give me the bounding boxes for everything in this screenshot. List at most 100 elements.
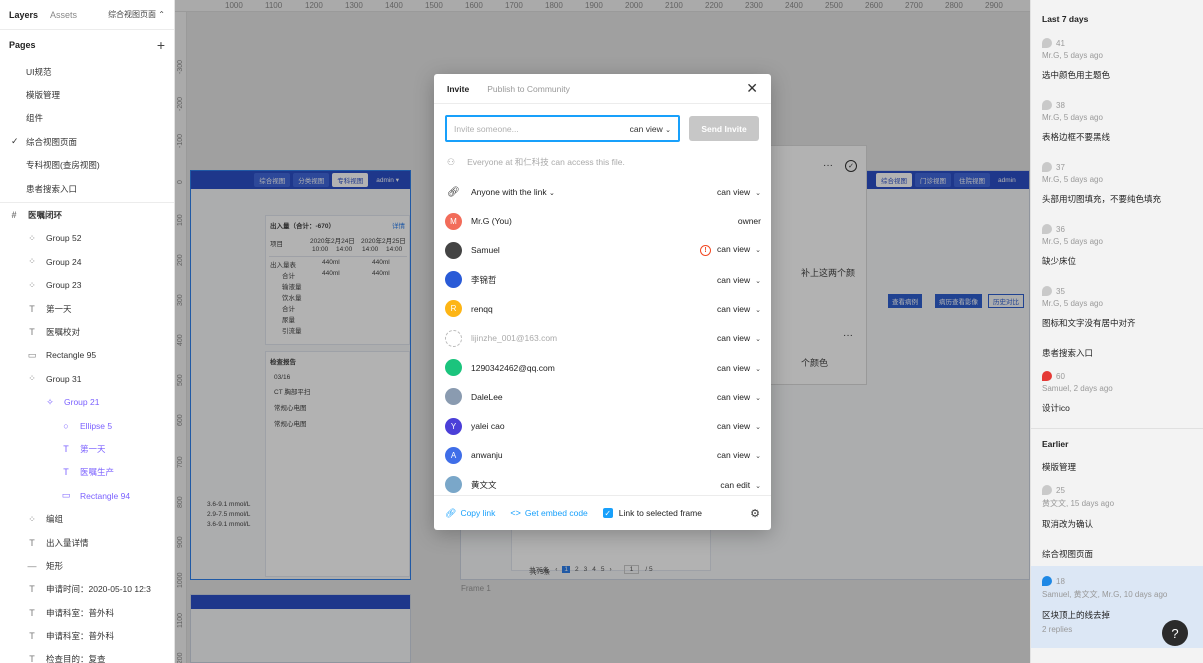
- page-item[interactable]: 专科视图(查房视图): [0, 154, 174, 177]
- send-invite-button[interactable]: Send Invite: [689, 116, 759, 141]
- permission-select[interactable]: can view ⌄: [717, 421, 761, 431]
- invite-input[interactable]: [454, 123, 630, 134]
- dialog-footer: 🔗︎ Copy link <> Get embed code ✓ Link to s…: [434, 495, 771, 530]
- link-permission-select[interactable]: can view ⌄: [717, 187, 761, 197]
- layer-row[interactable]: ⁘ Group 31: [0, 367, 174, 390]
- embed-code-button[interactable]: <> Get embed code: [510, 508, 587, 518]
- permission-select[interactable]: can view ⌄: [717, 363, 761, 373]
- tab-layers[interactable]: Layers: [9, 10, 38, 20]
- layer-row[interactable]: T 第一天: [0, 297, 174, 320]
- close-icon[interactable]: ✕: [746, 80, 758, 97]
- layer-row[interactable]: T 申请时间：2020-05-10 12:3: [0, 578, 174, 601]
- group-icon: ⁘: [28, 232, 36, 243]
- collaborator-name: Samuel: [471, 245, 500, 256]
- link-frame-checkbox[interactable]: ✓: [602, 508, 613, 518]
- layer-row[interactable]: T 医嘱校对: [0, 320, 174, 343]
- chevron-down-icon: ⌄: [755, 453, 761, 461]
- permission-label: owner: [737, 216, 761, 226]
- permission-select[interactable]: ! can view ⌄: [700, 244, 761, 257]
- comment-item[interactable]: 25 黄文文, 15 days ago 取消改为确认: [1031, 473, 1203, 534]
- add-page-icon[interactable]: +: [157, 37, 165, 53]
- layer-row[interactable]: T 出入量详情: [0, 531, 174, 554]
- page-item-current[interactable]: ✓ 综合视图页面: [0, 130, 174, 153]
- layer-row[interactable]: T 医嘱生产: [0, 461, 174, 484]
- copy-link-button[interactable]: 🔗︎ Copy link: [445, 508, 495, 519]
- permission-label: can edit: [720, 479, 751, 490]
- invite-row: can view ⌄ Send Invite: [445, 115, 759, 142]
- text-icon: T: [29, 607, 35, 618]
- settings-icon[interactable]: ⚙: [750, 507, 760, 520]
- left-panel-tabs: Layers Assets 综合视图页面 ⌃: [0, 0, 174, 30]
- collaborator-name: lijinzhe_001@163.com: [471, 333, 558, 344]
- permission-label: can view: [717, 391, 751, 402]
- layer-row[interactable]: T 第一天: [0, 437, 174, 460]
- rectangle-icon: ▭: [61, 490, 71, 501]
- link-access-select[interactable]: Anyone with the link ⌄: [471, 187, 555, 197]
- collaborator-name: 黄文文: [471, 479, 497, 490]
- comment-meta: 黄文文, 15 days ago: [1042, 499, 1115, 508]
- comment-item[interactable]: 38 Mr.G, 5 days ago 表格边框不要黑线: [1031, 85, 1203, 147]
- permission-select[interactable]: can view ⌄: [717, 333, 761, 343]
- layer-row[interactable]: ▭ Rectangle 94: [0, 484, 174, 507]
- permission-label: can view: [717, 362, 751, 373]
- page-switcher[interactable]: 综合视图页面 ⌃: [108, 9, 165, 20]
- comment-text: 图标和文字没有居中对齐: [1042, 318, 1136, 328]
- layer-row[interactable]: T 检查目的：复查: [0, 648, 174, 663]
- permission-select[interactable]: can edit ⌄: [720, 480, 761, 490]
- comment-item[interactable]: 37 Mr.G, 5 days ago 头部用切图填充，不要纯色填充: [1031, 147, 1203, 209]
- layer-row[interactable]: # 医嘱闭环: [0, 203, 174, 227]
- invite-permission-select[interactable]: can view ⌄: [630, 124, 671, 134]
- layer-label: 第一天: [46, 303, 72, 314]
- layer-label: Group 21: [64, 397, 100, 408]
- layer-row[interactable]: ○ Ellipse 5: [0, 414, 174, 437]
- page-label: 综合视图页面: [26, 136, 78, 147]
- comment-pin-icon: [1042, 38, 1052, 48]
- collaborator-row: lijinzhe_001@163.com can view ⌄: [445, 327, 761, 349]
- layer-label: 编组: [46, 514, 64, 525]
- code-icon: <>: [510, 508, 521, 518]
- page-item[interactable]: 模版管理: [0, 83, 174, 106]
- permission-label: can view: [717, 244, 751, 255]
- comment-text: 选中颜色用主题色: [1042, 70, 1111, 80]
- layer-row[interactable]: ⁘ Group 52: [0, 227, 174, 250]
- permission-label: can view: [717, 421, 751, 432]
- tab-publish[interactable]: Publish to Community: [487, 84, 570, 94]
- checkmark-icon: ✓: [11, 136, 19, 147]
- permission-select[interactable]: can view ⌄: [717, 450, 761, 460]
- page-item[interactable]: 患者搜索入口: [0, 177, 174, 200]
- page-label: UI规范: [26, 66, 52, 77]
- team-icon: ⚇: [447, 156, 456, 167]
- comment-item[interactable]: 35 Mr.G, 5 days ago 图标和文字没有居中对齐: [1031, 271, 1203, 333]
- layer-row[interactable]: T 申请科室：普外科: [0, 601, 174, 624]
- help-icon[interactable]: ?: [1162, 620, 1188, 646]
- permission-select[interactable]: can view ⌄: [717, 304, 761, 314]
- layer-row[interactable]: ⁘ Group 24: [0, 250, 174, 273]
- layer-row[interactable]: ⁘ Group 23: [0, 274, 174, 297]
- layer-row[interactable]: ⁘ 编组: [0, 507, 174, 530]
- permission-select[interactable]: can view ⌄: [717, 392, 761, 402]
- layer-row[interactable]: — 矩形: [0, 554, 174, 577]
- comment-text: 表格边框不要黑线: [1042, 132, 1111, 142]
- comment-item[interactable]: 36 Mr.G, 5 days ago 缺少床位: [1031, 209, 1203, 271]
- comment-item[interactable]: 60 Samuel, 2 days ago 设计ico: [1031, 359, 1203, 418]
- tab-invite[interactable]: Invite: [447, 84, 469, 94]
- comment-meta: Mr.G, 5 days ago: [1042, 299, 1103, 308]
- avatar: [445, 241, 462, 259]
- page-item[interactable]: 组件: [0, 107, 174, 130]
- layer-label: 申请科室：普外科: [46, 631, 115, 642]
- comment-number: 25: [1056, 485, 1065, 495]
- permission-select[interactable]: can view ⌄: [717, 275, 761, 285]
- frame-icon: #: [11, 210, 17, 221]
- layer-row[interactable]: ✧ Group 21: [0, 390, 174, 413]
- layer-row[interactable]: ▭ Rectangle 95: [0, 344, 174, 367]
- page-item[interactable]: UI规范: [0, 60, 174, 83]
- chevron-down-icon: ⌄: [755, 190, 761, 197]
- layer-row[interactable]: T 申请科室：普外科: [0, 624, 174, 647]
- invite-field: can view ⌄: [445, 115, 680, 142]
- pages-title: Pages: [9, 40, 36, 50]
- collaborator-name: yalei cao: [471, 421, 505, 432]
- avatar: [445, 271, 462, 289]
- tab-assets[interactable]: Assets: [50, 10, 77, 20]
- comment-item[interactable]: 41 Mr.G, 5 days ago 选中颜色用主题色: [1031, 30, 1203, 85]
- comment-text: 设计ico: [1042, 403, 1070, 413]
